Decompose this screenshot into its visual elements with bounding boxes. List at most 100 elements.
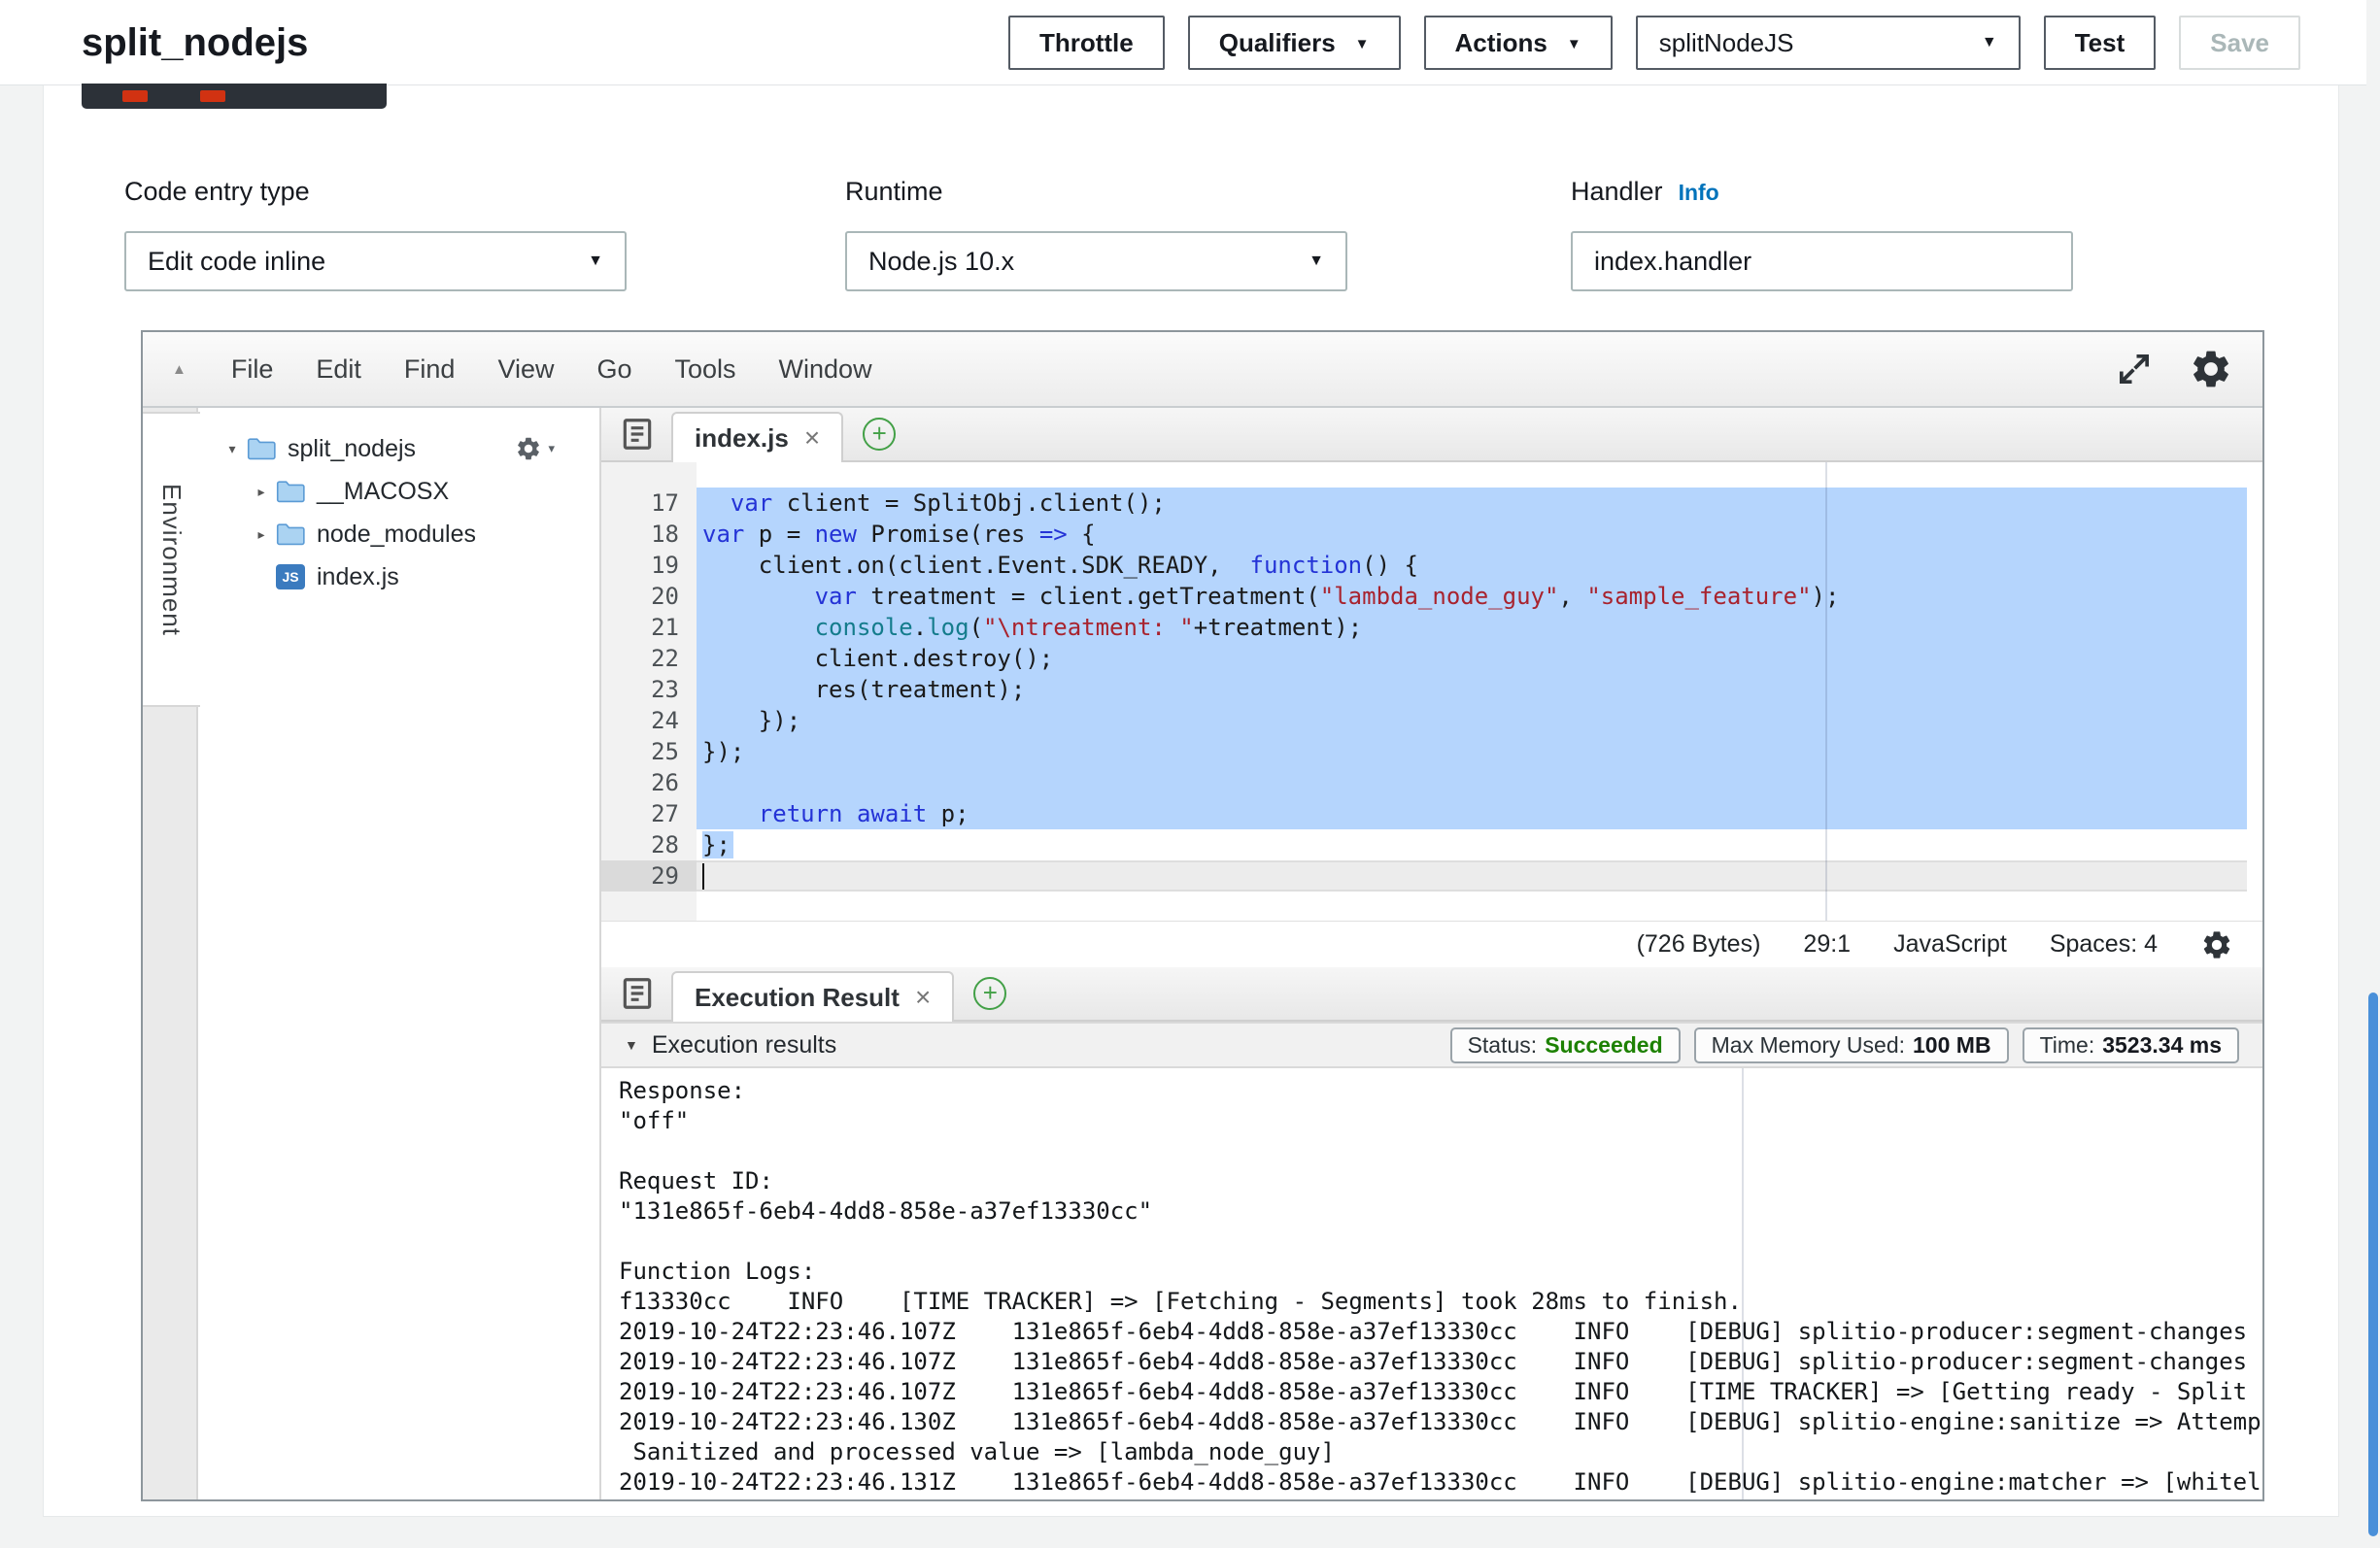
code-line-19[interactable]: client.on(client.Event.SDK_READY, functi… (697, 550, 2247, 581)
cursor-position[interactable]: 29:1 (1803, 930, 1851, 959)
code-line-26[interactable] (697, 767, 2247, 798)
tree-item-node-modules[interactable]: ▸node_modules (198, 513, 599, 555)
chevron-down-icon: ▼ (1567, 36, 1581, 52)
new-tab-button[interactable]: + (973, 977, 1006, 1010)
runtime-label: Runtime (845, 177, 943, 207)
menu-item-tools[interactable]: Tools (675, 354, 736, 385)
code-line-22[interactable]: client.destroy(); (697, 643, 2247, 674)
tree-item-index-js[interactable]: JSindex.js (198, 555, 599, 598)
code-entry-type-select[interactable]: Edit code inline ▼ (124, 231, 627, 291)
code-line-28[interactable]: }; (697, 829, 2247, 860)
runtime-select[interactable]: Node.js 10.x ▼ (845, 231, 1347, 291)
line-number[interactable]: 22 (601, 643, 697, 674)
code-line-18[interactable]: var p = new Promise(res => { (697, 519, 2247, 550)
handler-input[interactable] (1571, 231, 2073, 291)
menu-item-view[interactable]: View (497, 354, 554, 385)
log-line (619, 1136, 2262, 1166)
badge-maxmemoryused: Max Memory Used:100 MB (1694, 1027, 2009, 1063)
fullscreen-icon[interactable] (2115, 350, 2154, 388)
tree-item-label: index.js (317, 563, 399, 591)
scrollbar-thumb[interactable] (2368, 993, 2378, 1536)
log-output[interactable]: Response:"off"Request ID:"131e865f-6eb4-… (601, 1068, 2262, 1499)
line-number[interactable]: 21 (601, 612, 697, 643)
collapse-folder-icon[interactable]: ▾ (218, 441, 247, 457)
indent-setting[interactable]: Spaces: 4 (2050, 930, 2158, 959)
tree-settings-button[interactable]: ▾ (515, 435, 555, 462)
code-line-23[interactable]: res(treatment); (697, 674, 2247, 705)
code-line-27[interactable]: return await p; (697, 798, 2247, 829)
log-line: 2019-10-24T22:23:46.107Z 131e865f-6eb4-4… (619, 1347, 2262, 1377)
line-number[interactable]: 29 (601, 860, 697, 892)
menu-item-go[interactable]: Go (596, 354, 631, 385)
log-line: f13330cc INFO [TIME TRACKER] => [Fetchin… (619, 1287, 2262, 1317)
log-line (619, 1227, 2262, 1257)
expand-folder-icon[interactable]: ▸ (247, 484, 276, 500)
language-mode[interactable]: JavaScript (1893, 930, 2007, 959)
menu-item-find[interactable]: Find (404, 354, 456, 385)
print-margin-line (1742, 1068, 1744, 1499)
code-entry-type-label: Code entry type (124, 177, 310, 207)
line-number[interactable]: 17 (601, 488, 697, 519)
line-number[interactable]: 28 (601, 829, 697, 860)
tab-execution-result[interactable]: Execution Result × (671, 971, 954, 1022)
close-tab-icon[interactable]: × (915, 982, 931, 1013)
line-number[interactable]: 23 (601, 674, 697, 705)
environment-tab[interactable]: Environment (143, 412, 200, 707)
sidebar-strip: Environment (143, 408, 198, 1499)
line-number[interactable]: 20 (601, 581, 697, 612)
log-line: 2019-10-24T22:23:46.107Z 131e865f-6eb4-4… (619, 1317, 2262, 1347)
code-line-17[interactable]: var client = SplitObj.client(); (697, 488, 2247, 519)
editor-settings-gear-icon[interactable] (2189, 347, 2233, 391)
results-tabbar: Execution Result × + (601, 967, 2262, 1022)
close-tab-icon[interactable]: × (804, 422, 820, 454)
collapse-editor-icon[interactable]: ▲ (172, 361, 187, 378)
line-number[interactable]: 24 (601, 705, 697, 736)
code-area[interactable]: 17181920212223242526272829 var client = … (601, 462, 2262, 921)
code-line-21[interactable]: console.log("\ntreatment: "+treatment); (697, 612, 2247, 643)
line-number[interactable]: 18 (601, 519, 697, 550)
qualifiers-label: Qualifiers (1219, 28, 1336, 58)
save-button[interactable]: Save (2179, 16, 2300, 70)
folder-icon (276, 522, 305, 546)
expand-folder-icon[interactable]: ▸ (247, 526, 276, 543)
line-number[interactable]: 27 (601, 798, 697, 829)
menu-item-file[interactable]: File (231, 354, 274, 385)
red-chip (200, 90, 225, 102)
editor-statusbar: (726 Bytes) 29:1 JavaScript Spaces: 4 (601, 921, 2262, 967)
collapse-results-icon[interactable]: ▼ (625, 1037, 638, 1053)
menu-item-window[interactable]: Window (779, 354, 872, 385)
line-number[interactable]: 19 (601, 550, 697, 581)
tree-root-split-nodejs[interactable]: ▾ split_nodejs ▾ (198, 427, 599, 470)
execution-results-title: Execution results (652, 1031, 836, 1060)
header-actions: Throttle Qualifiers ▼ Actions ▼ splitNod… (1008, 16, 2300, 70)
log-line: 2019-10-24T22:23:46.107Z 131e865f-6eb4-4… (619, 1377, 2262, 1407)
folder-icon (247, 437, 276, 460)
tab-list-icon[interactable] (619, 975, 656, 1012)
statusbar-gear-icon[interactable] (2200, 928, 2233, 961)
tab-label: index.js (695, 423, 789, 454)
tree-item--macosx[interactable]: ▸__MACOSX (198, 470, 599, 513)
code-line-20[interactable]: var treatment = client.getTreatment("lam… (697, 581, 2247, 612)
throttle-button[interactable]: Throttle (1008, 16, 1165, 70)
new-tab-button[interactable]: + (863, 418, 896, 451)
line-number[interactable]: 25 (601, 736, 697, 767)
tab-list-icon[interactable] (619, 416, 656, 453)
code-line-24[interactable]: }); (697, 705, 2247, 736)
tab-index-js[interactable]: index.js × (671, 412, 843, 462)
editor-menubar: ▲ File Edit Find View Go Tools Window (143, 332, 2262, 408)
execution-results-header[interactable]: ▼ Execution results Status:SucceededMax … (601, 1022, 2262, 1068)
actions-button[interactable]: Actions ▼ (1424, 16, 1613, 70)
menu-item-edit[interactable]: Edit (316, 354, 361, 385)
test-button[interactable]: Test (2044, 16, 2157, 70)
red-chip (122, 90, 148, 102)
code-line-29[interactable] (697, 860, 2247, 892)
alias-selected-value: splitNodeJS (1659, 28, 1794, 58)
badge-time: Time:3523.34 ms (2023, 1027, 2239, 1063)
gutter: 17181920212223242526272829 (601, 462, 697, 921)
line-number[interactable]: 26 (601, 767, 697, 798)
page-scrollbar[interactable] (2366, 0, 2380, 1548)
code-line-25[interactable]: }); (697, 736, 2247, 767)
qualifiers-button[interactable]: Qualifiers ▼ (1188, 16, 1401, 70)
handler-info-link[interactable]: Info (1679, 180, 1719, 206)
alias-select[interactable]: splitNodeJS ▼ (1636, 16, 2021, 70)
